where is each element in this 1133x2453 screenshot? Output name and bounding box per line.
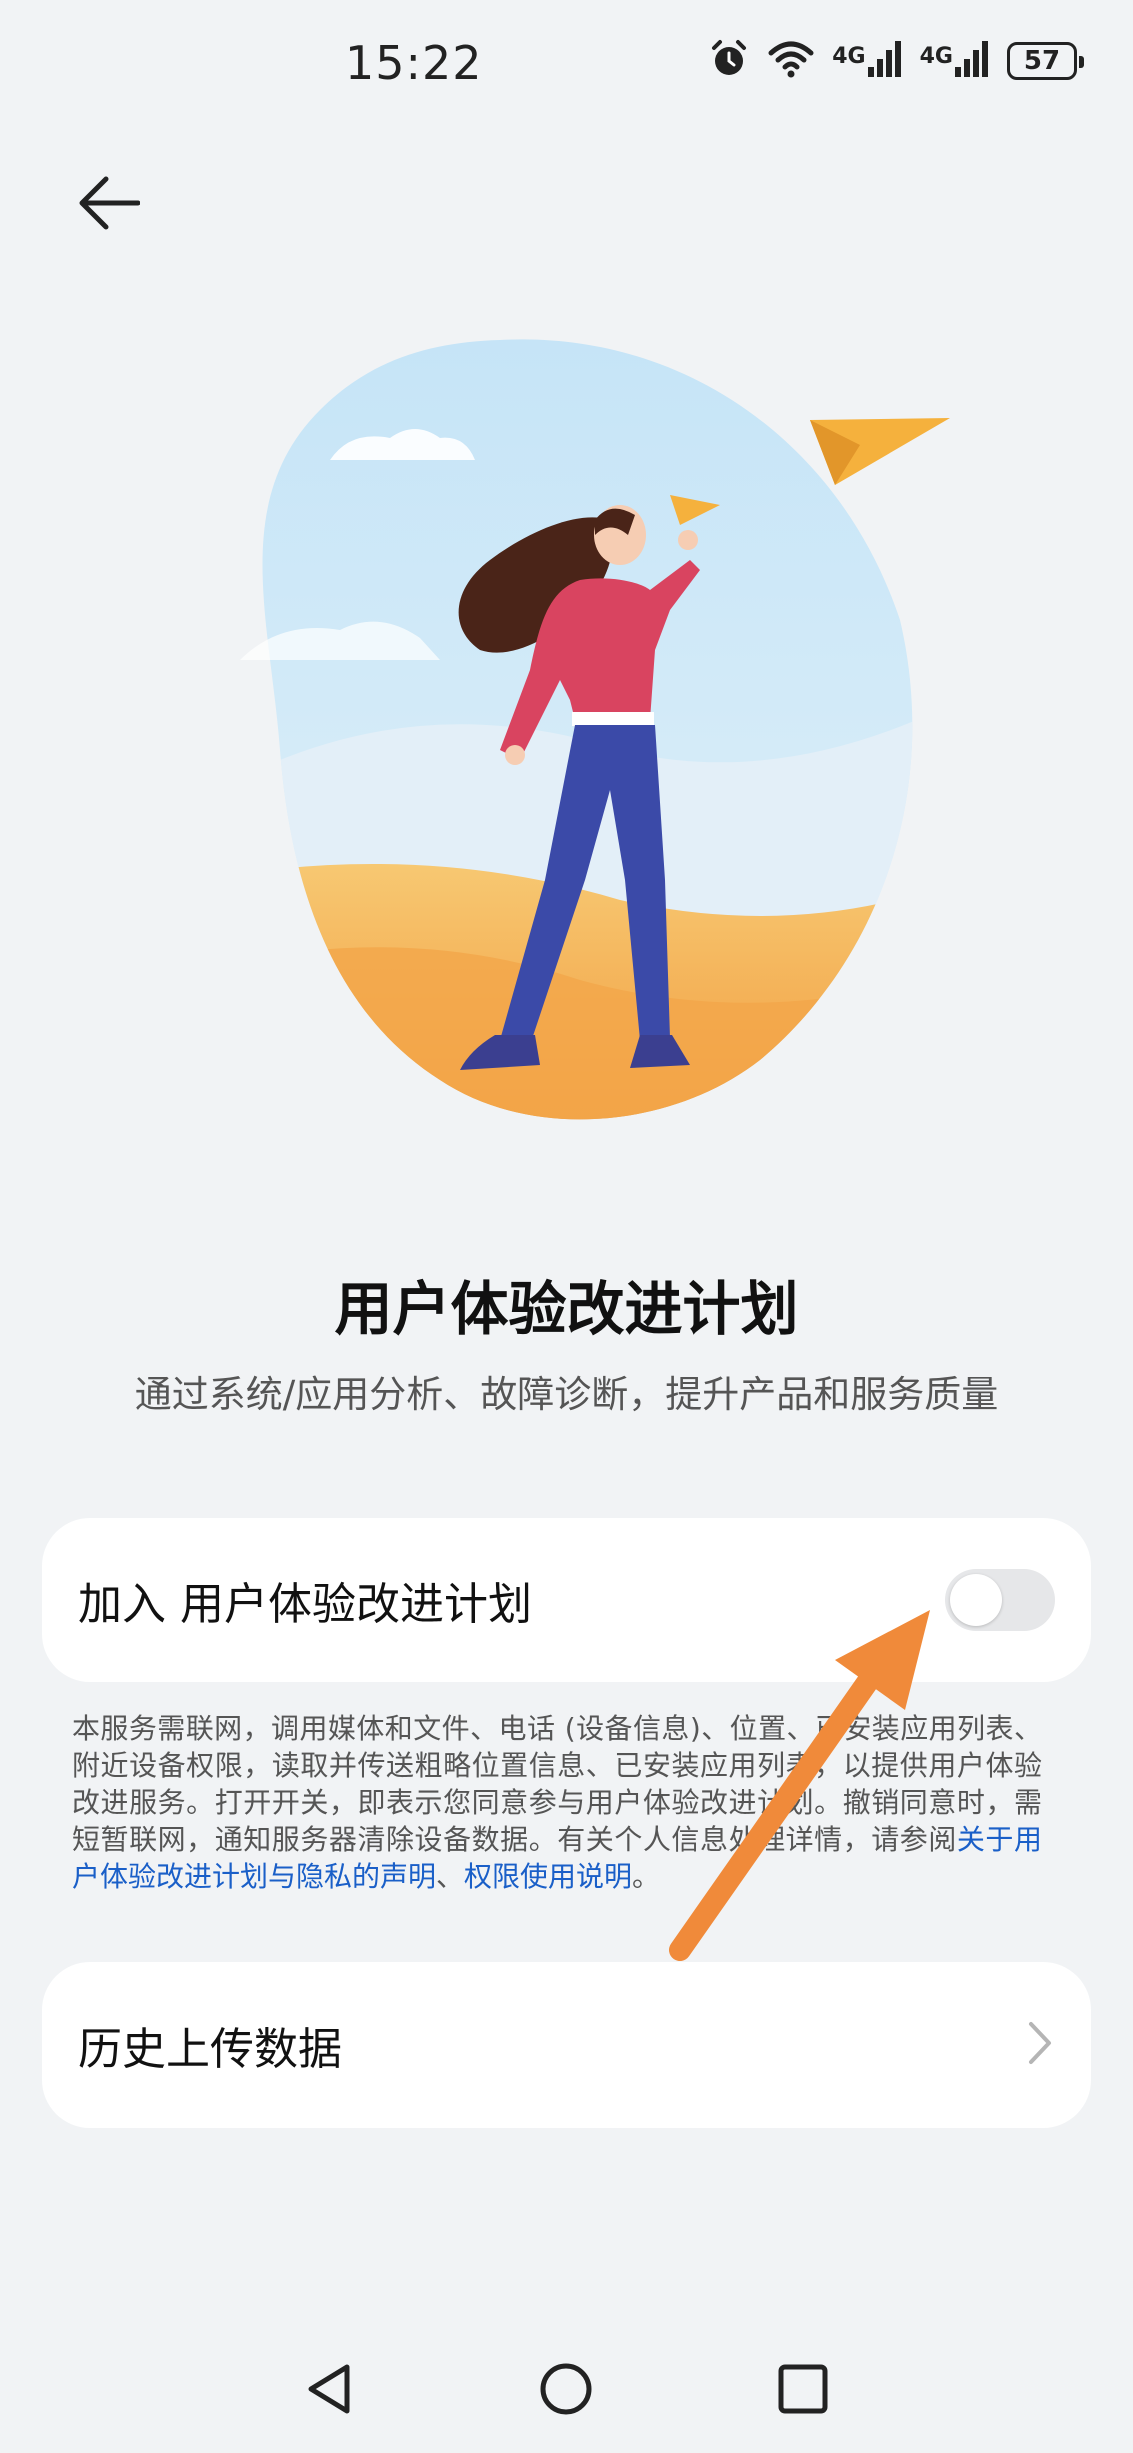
triangle-back-icon [303,2361,353,2421]
square-recents-icon [777,2363,829,2419]
nav-back-button[interactable] [293,2356,363,2426]
alarm-icon [708,38,750,84]
battery-level: 57 [1023,46,1061,76]
battery-icon: 57 [1007,42,1084,80]
arrow-left-icon [78,175,141,235]
page-subtitle: 通过系统/应用分析、故障诊断，提升产品和服务质量 [134,1373,999,1416]
back-button[interactable] [64,160,154,250]
disclaimer-end: 。 [632,1860,661,1893]
circle-home-icon [538,2361,594,2421]
network-type-1: 4G [832,44,866,69]
join-program-card: 加入 用户体验改进计划 [42,1518,1091,1682]
system-nav-bar [0,2330,1133,2453]
hero-illustration [200,320,960,1140]
nav-recents-button[interactable] [768,2356,838,2426]
permissions-info-link[interactable]: 权限使用说明 [464,1860,632,1893]
status-bar: 15:22 4G 4G 57 [0,0,1133,130]
page-title: 用户体验改进计划 [334,1275,799,1343]
nav-home-button[interactable] [531,2356,601,2426]
status-icons: 4G 4G 57 [708,38,1084,84]
signal-icon [955,41,989,81]
disclaimer-body: 本服务需联网，调用媒体和文件、电话 (设备信息)、位置、已安装应用列表、附近设备… [72,1712,1042,1856]
signal-icon [867,41,902,81]
join-program-toggle[interactable] [945,1569,1055,1631]
toggle-knob [950,1574,1002,1626]
wifi-icon [768,39,814,83]
history-upload-data-item[interactable]: 历史上传数据 [42,1962,1091,2128]
chevron-right-icon [1025,2018,1055,2072]
network-type-2: 4G [919,44,953,69]
disclaimer-separator: 、 [436,1860,465,1893]
join-program-label: 加入 用户体验改进计划 [78,1579,532,1630]
status-time: 15:22 [345,36,483,90]
history-upload-label: 历史上传数据 [78,2024,342,2075]
disclaimer-text: 本服务需联网，调用媒体和文件、电话 (设备信息)、位置、已安装应用列表、附近设备… [72,1710,1042,1895]
